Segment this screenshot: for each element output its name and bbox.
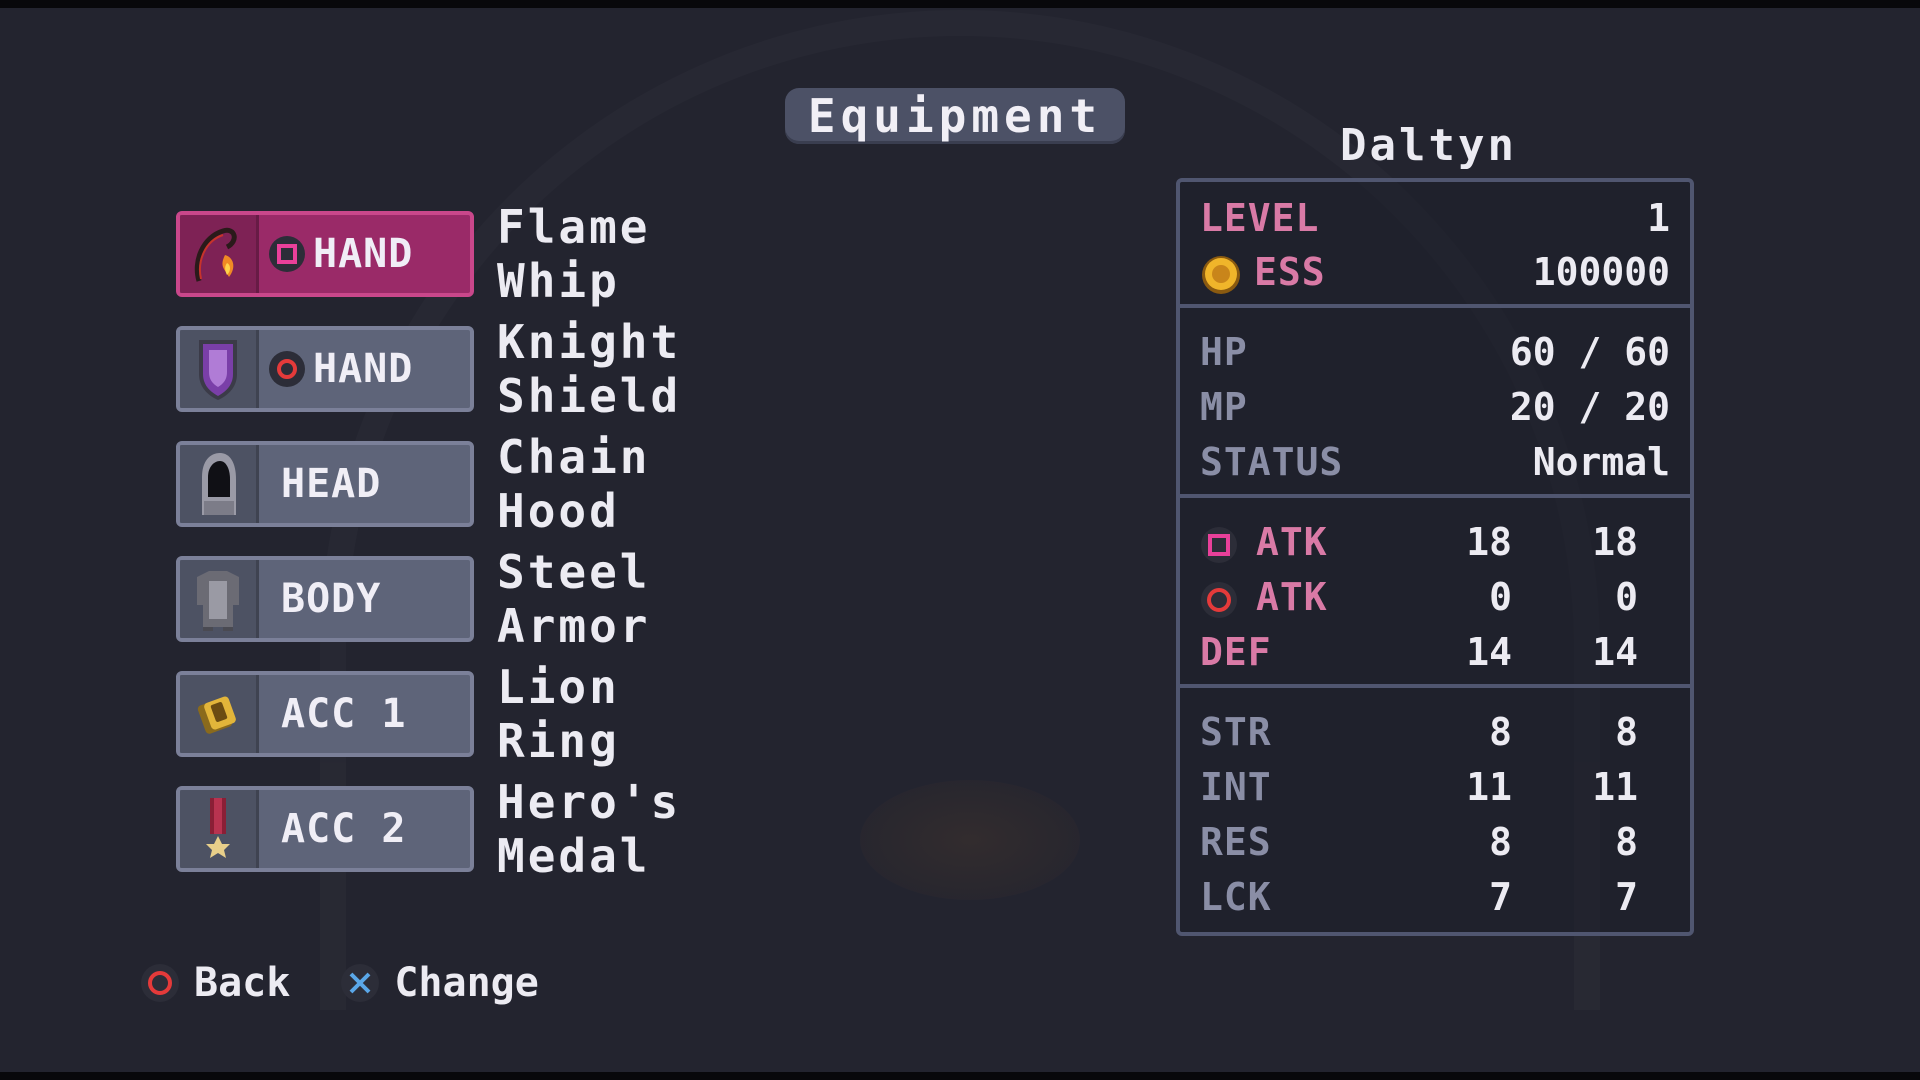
- stats-divider: [1180, 684, 1690, 688]
- lion-ring-icon: [180, 675, 259, 753]
- letterbox-bottom: [0, 1072, 1920, 1080]
- item-name[interactable]: Hero's Medal: [497, 775, 681, 883]
- stat-row-res: RES 8 8: [1200, 820, 1670, 870]
- slot-box[interactable]: ACC 1: [176, 671, 474, 757]
- stat-label: ATK: [1256, 520, 1328, 564]
- stat-value: 20 / 20: [1509, 385, 1670, 429]
- back-label: Back: [194, 960, 291, 1006]
- stat-row-hp: HP 60 / 60: [1200, 330, 1670, 380]
- slot-box[interactable]: ACC 2: [176, 786, 474, 872]
- stat-new: 0: [1615, 575, 1638, 619]
- stat-value: 60 / 60: [1509, 330, 1670, 374]
- chain-hood-icon: [180, 445, 259, 523]
- stat-label: STATUS: [1200, 440, 1344, 484]
- cross-button-icon: [341, 964, 380, 1002]
- stat-value: Normal: [1532, 440, 1670, 484]
- stat-row-lck: LCK 7 7: [1200, 875, 1670, 925]
- stats-divider: [1180, 494, 1690, 498]
- stat-label: DEF: [1200, 630, 1272, 674]
- stat-label: HP: [1200, 330, 1248, 374]
- stat-row-atk-circle: ATK 0 0: [1200, 575, 1670, 625]
- stat-row-mp: MP 20 / 20: [1200, 385, 1670, 435]
- stat-row-status: STATUS Normal: [1200, 440, 1670, 490]
- stat-value: 100000: [1532, 250, 1670, 294]
- circle-button-icon: [141, 964, 179, 1002]
- stat-row-level: LEVEL 1: [1200, 196, 1670, 246]
- item-name[interactable]: Lion Ring: [497, 660, 620, 768]
- stat-current: 8: [1489, 710, 1512, 754]
- item-name[interactable]: Steel Armor: [497, 545, 650, 653]
- item-name[interactable]: Knight Shield: [497, 315, 681, 423]
- stat-current: 11: [1466, 765, 1512, 809]
- stat-new: 8: [1615, 820, 1638, 864]
- stat-current: 8: [1489, 820, 1512, 864]
- slot-label: ACC 1: [281, 691, 407, 737]
- stat-row-def: DEF 14 14: [1200, 630, 1670, 680]
- background-glow: [860, 780, 1080, 900]
- stat-label: INT: [1200, 765, 1272, 809]
- screen-title-plate: Equipment: [785, 88, 1125, 144]
- stat-row-int: INT 11 11: [1200, 765, 1670, 815]
- slot-label: ACC 2: [281, 806, 407, 852]
- stat-new: 7: [1615, 875, 1638, 919]
- stat-new: 8: [1615, 710, 1638, 754]
- stat-current: 7: [1489, 875, 1512, 919]
- square-button-icon: [269, 236, 305, 272]
- knight-shield-icon: [180, 330, 259, 408]
- stat-label: ATK: [1256, 575, 1328, 619]
- stat-value: 1: [1647, 196, 1670, 240]
- change-prompt[interactable]: Change: [340, 960, 539, 1006]
- screen-title: Equipment: [807, 89, 1103, 143]
- stat-row-essence: ESS 100000: [1200, 250, 1670, 300]
- button-prompts: Back Change: [140, 960, 589, 1006]
- slot-label: HAND: [313, 231, 414, 277]
- slot-box[interactable]: HEAD: [176, 441, 474, 527]
- flame-whip-icon: [180, 215, 259, 293]
- stat-current: 0: [1489, 575, 1512, 619]
- stat-row-str: STR 8 8: [1200, 710, 1670, 760]
- letterbox-top: [0, 0, 1920, 8]
- slot-box[interactable]: HAND: [176, 326, 474, 412]
- item-name[interactable]: Flame Whip: [497, 200, 650, 308]
- stats-panel: LEVEL 1 ESS 100000 HP 60 / 60 MP 20 / 20…: [1176, 178, 1694, 936]
- character-name: Daltyn: [1340, 120, 1517, 171]
- circle-button-icon: [269, 351, 305, 387]
- stat-label: LEVEL: [1200, 196, 1320, 240]
- slot-label: BODY: [281, 576, 382, 622]
- stat-current: 18: [1466, 520, 1512, 564]
- steel-armor-icon: [180, 560, 259, 638]
- stat-label: RES: [1200, 820, 1272, 864]
- stat-label: MP: [1200, 385, 1248, 429]
- back-prompt[interactable]: Back: [140, 960, 290, 1006]
- slot-label: HAND: [313, 346, 414, 392]
- slot-box[interactable]: HAND: [176, 211, 474, 297]
- change-label: Change: [394, 960, 539, 1006]
- heros-medal-icon: [180, 790, 259, 868]
- stat-new: 11: [1592, 765, 1638, 809]
- slot-box[interactable]: BODY: [176, 556, 474, 642]
- slot-label: HEAD: [281, 461, 382, 507]
- ess-coin-icon: [1200, 254, 1242, 305]
- stat-new: 18: [1592, 520, 1638, 564]
- item-name[interactable]: Chain Hood: [497, 430, 650, 538]
- stat-label: LCK: [1200, 875, 1272, 919]
- stat-current: 14: [1466, 630, 1512, 674]
- stat-label: STR: [1200, 710, 1272, 754]
- stat-new: 14: [1592, 630, 1638, 674]
- stats-divider: [1180, 304, 1690, 308]
- stat-row-atk-square: ATK 18 18: [1200, 520, 1670, 570]
